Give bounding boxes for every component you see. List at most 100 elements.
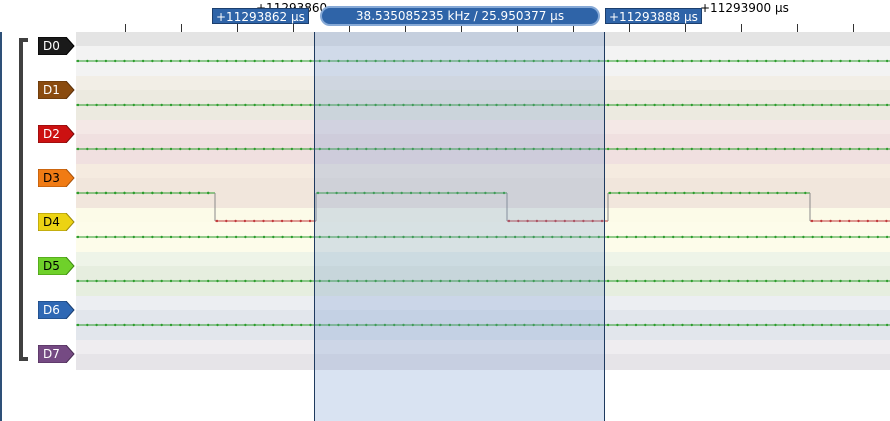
- cursor-left-label[interactable]: +11293862 µs: [212, 8, 309, 24]
- sample-dot: [737, 323, 740, 327]
- sample-dot: [141, 103, 145, 107]
- sample-dot: [244, 147, 247, 151]
- cursor-measurement-region[interactable]: [314, 32, 605, 421]
- channel-label-d3[interactable]: D3: [38, 169, 75, 187]
- sample-dot: [225, 219, 228, 223]
- sample-dot: [727, 323, 731, 327]
- channel-label-d5[interactable]: D5: [38, 257, 75, 275]
- sample-dot: [300, 147, 303, 151]
- sample-dot: [699, 147, 703, 151]
- sample-dot: [625, 59, 628, 63]
- channel-label-d4[interactable]: D4: [38, 213, 75, 231]
- channel-label-d0[interactable]: D0: [38, 37, 75, 55]
- sample-dot: [662, 59, 666, 63]
- sample-dot: [188, 235, 191, 239]
- sample-dot: [644, 59, 647, 63]
- sample-dot: [76, 59, 80, 63]
- sample-dot: [820, 323, 824, 327]
- channel-label-d2[interactable]: D2: [38, 125, 75, 143]
- sample-dot: [132, 323, 135, 327]
- sample-dot: [606, 59, 610, 63]
- sample-dot: [123, 235, 126, 239]
- ruler-tick: [685, 24, 686, 32]
- sample-dot: [709, 147, 712, 151]
- sample-dot: [655, 191, 658, 195]
- sample-dot: [281, 235, 284, 239]
- sample-dot: [644, 103, 647, 107]
- sample-dot: [234, 103, 238, 107]
- sample-dot: [636, 191, 640, 195]
- sample-dot: [197, 323, 201, 327]
- sample-dot: [699, 279, 703, 283]
- sample-dot: [746, 59, 749, 63]
- sample-dot: [765, 103, 768, 107]
- sample-dot: [820, 147, 824, 151]
- sample-dot: [253, 147, 256, 151]
- sample-dot: [207, 103, 210, 107]
- sample-dot: [86, 323, 89, 327]
- sample-dot: [188, 103, 191, 107]
- sample-dot: [616, 279, 619, 283]
- sample-dot: [718, 103, 721, 107]
- sample-dot: [225, 59, 228, 63]
- sample-dot: [755, 59, 759, 63]
- sample-dot: [216, 323, 219, 327]
- sample-dot: [253, 103, 256, 107]
- sample-dot: [141, 59, 145, 63]
- sample-dot: [802, 147, 805, 151]
- sample-dot: [653, 235, 656, 239]
- sample-dot: [141, 323, 145, 327]
- sample-dot: [857, 219, 860, 223]
- sample-dot: [644, 235, 647, 239]
- sample-dot: [95, 323, 98, 327]
- sample-dot: [699, 323, 703, 327]
- cursor-right-label[interactable]: +11293888 µs: [605, 8, 702, 24]
- cursor-measurement-pill[interactable]: 38.535085235 kHz / 25.950377 µs: [320, 6, 600, 26]
- sample-dot: [820, 59, 824, 63]
- sample-dot: [709, 103, 712, 107]
- sample-dot: [792, 103, 796, 107]
- sample-dot: [867, 235, 870, 239]
- sample-dot: [681, 279, 684, 283]
- sample-dot: [169, 147, 173, 151]
- sample-dot: [681, 59, 684, 63]
- sample-dot: [858, 147, 861, 151]
- sample-dot: [290, 323, 294, 327]
- sample-dot: [737, 235, 740, 239]
- sample-dot: [104, 279, 108, 283]
- sample-dot: [169, 279, 173, 283]
- sample-dot: [253, 59, 256, 63]
- sample-dot: [848, 59, 852, 63]
- channel-label-text: D5: [43, 259, 60, 273]
- channel-label-text: D3: [43, 171, 60, 185]
- sample-dot: [774, 59, 777, 63]
- sample-dot: [95, 235, 98, 239]
- sample-dot: [848, 103, 852, 107]
- sample-dot: [132, 103, 135, 107]
- sample-dot: [197, 191, 201, 195]
- sample-dot: [737, 147, 740, 151]
- sample-dot: [300, 235, 303, 239]
- sample-dot: [179, 59, 182, 63]
- channel-label-d1[interactable]: D1: [38, 81, 75, 99]
- sample-dot: [309, 103, 312, 107]
- sample-dot: [709, 323, 712, 327]
- sample-dot: [308, 219, 312, 223]
- sample-dot: [838, 219, 842, 223]
- channel-label-d7[interactable]: D7: [38, 345, 75, 363]
- sample-dot: [792, 235, 796, 239]
- sample-dot: [104, 103, 108, 107]
- sample-dot: [281, 59, 284, 63]
- sample-dot: [690, 323, 693, 327]
- sample-dot: [830, 103, 833, 107]
- sample-dot: [774, 235, 777, 239]
- channel-group-bracket[interactable]: [19, 38, 28, 361]
- sample-dot: [104, 323, 108, 327]
- sample-dot: [848, 219, 851, 223]
- sample-dot: [141, 279, 145, 283]
- channel-label-d6[interactable]: D6: [38, 301, 75, 319]
- sample-dot: [746, 235, 749, 239]
- sample-dot: [690, 279, 693, 283]
- ruler-tick: [629, 24, 630, 32]
- sample-dot: [765, 235, 768, 239]
